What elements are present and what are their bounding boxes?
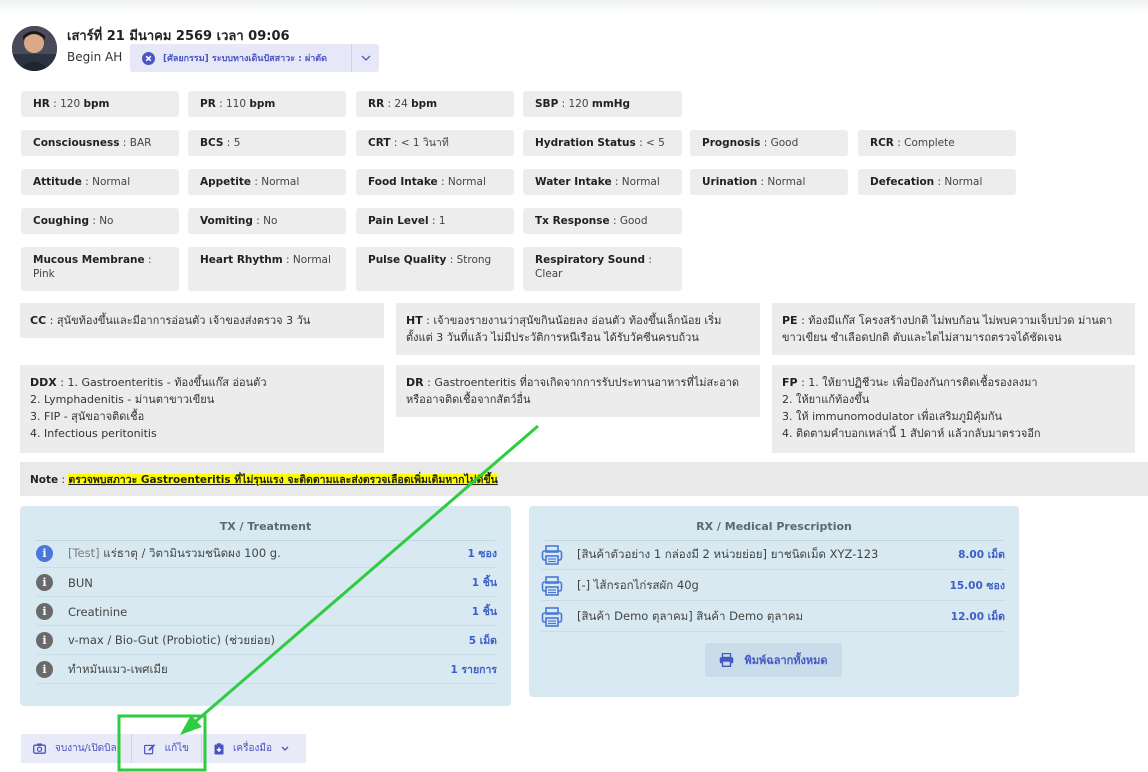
tx-item-qty: 1 รายการ <box>450 664 497 676</box>
tx-item[interactable]: i v-max / Bio-Gut (Probiotic) (ช่วยย่อย)… <box>36 627 497 655</box>
rx-item-name: [สินค้าตัวอย่าง 1 กล่องมี 2 หน่วยย่อย] ย… <box>577 546 879 561</box>
rx-item[interactable]: [-] ไส้กรอกไก่รสผัก 40g 15.00 ซอง <box>541 571 1005 601</box>
exam-mucous-membrane: Mucous Membrane : Pink <box>21 247 179 291</box>
tx-item-qty: 1 ชิ้น <box>471 606 497 618</box>
exam-rcr: RCR : Complete <box>858 130 1016 156</box>
tx-panel: TX / Treatment i [Test] แร่ธาตุ / วิตามิ… <box>20 506 511 706</box>
close-circle-icon[interactable] <box>142 51 155 65</box>
vital-pr: PR : 110 bpm <box>188 91 346 117</box>
exam-food-intake: Food Intake : Normal <box>356 169 514 195</box>
rx-item-name: [สินค้า Demo ตุลาคม] สินค้า Demo ตุลาคม <box>577 608 804 623</box>
exam-hydration: Hydration Status : < 5 <box>523 130 682 156</box>
camera-icon <box>33 743 46 754</box>
exam-consciousness: Consciousness : BAR <box>21 130 179 156</box>
print-all-labels-button[interactable]: พิมพ์ฉลากทั้งหมด <box>705 643 842 677</box>
edit-label: แก้ไข <box>164 743 189 754</box>
exam-pain-level: Pain Level : 1 <box>356 208 514 234</box>
exam-heart-rhythm: Heart Rhythm : Normal <box>188 247 346 291</box>
section-dr: DR : Gastroenteritis ที่อาจเกิดจากการรับ… <box>396 365 760 417</box>
printer-icon[interactable] <box>541 575 563 596</box>
doctor-name: Begin AH <box>67 50 123 64</box>
exam-vomiting: Vomiting : No <box>188 208 346 234</box>
exam-crt: CRT : < 1 วินาที <box>356 130 514 156</box>
tx-item-tag: [Test] <box>68 545 100 560</box>
rx-panel: RX / Medical Prescription [สินค้าตัวอย่า… <box>529 506 1019 697</box>
rx-item-qty: 8.00 เม็ด <box>958 549 1005 561</box>
rx-item-name: [-] ไส้กรอกไก่รสผัก 40g <box>577 577 699 592</box>
annotation-arrow-head <box>180 715 202 735</box>
info-icon[interactable]: i <box>36 661 53 678</box>
info-icon[interactable]: i <box>36 603 53 620</box>
exam-attitude: Attitude : Normal <box>21 169 179 195</box>
tx-item-name: v-max / Bio-Gut (Probiotic) (ช่วยย่อย) <box>68 632 275 647</box>
rx-item[interactable]: [สินค้า Demo ตุลาคม] สินค้า Demo ตุลาคม … <box>541 602 1005 632</box>
note-highlight: ตรวจพบสภาวะ Gastroenteritis ที่ไม่รุนแรง… <box>68 474 498 486</box>
tx-item-name: BUN <box>68 575 93 590</box>
info-icon[interactable]: i <box>36 545 53 562</box>
printer-icon[interactable] <box>541 544 563 565</box>
rx-item[interactable]: [สินค้าตัวอย่าง 1 กล่องมี 2 หน่วยย่อย] ย… <box>541 540 1005 570</box>
vital-rr: RR : 24 bpm <box>356 91 514 117</box>
chevron-down-icon <box>281 746 289 751</box>
tx-item[interactable]: i ทำหมันแมว-เพศเมีย 1 รายการ <box>36 656 497 684</box>
print-all-label: พิมพ์ฉลากทั้งหมด <box>744 654 828 667</box>
case-label: [ศัลยกรรม] ระบบทางเดินปัสสาวะ : ผ่าตัด <box>163 54 327 64</box>
note-bar: Note : ตรวจพบสภาวะ Gastroenteritis ที่ไม… <box>20 462 1148 496</box>
action-toolbar: จบงาน/เปิดบิล แก้ไข เครื่องมือ <box>21 734 306 763</box>
printer-icon[interactable] <box>541 606 563 627</box>
tx-item-qty: 1 ชิ้น <box>471 577 497 589</box>
edit-button[interactable]: แก้ไข <box>131 734 201 763</box>
tx-item[interactable]: i BUN 1 ชิ้น <box>36 569 497 597</box>
section-ht: HT : เจ้าของรายงานว่าสุนัขกินน้อยลง อ่อน… <box>396 303 760 355</box>
tx-item[interactable]: i Creatinine 1 ชิ้น <box>36 598 497 626</box>
finish-bill-label: จบงาน/เปิดบิล <box>55 743 117 754</box>
section-ddx: DDX : 1. Gastroenteritis - ท้องขึ้นแก๊ส … <box>20 365 384 453</box>
tx-item[interactable]: i [Test] แร่ธาตุ / วิตามินรวมชนิดผง 100 … <box>36 540 497 568</box>
tx-item-name: แร่ธาตุ / วิตามินรวมชนิดผง 100 g. <box>103 545 281 560</box>
top-shade <box>0 0 1148 14</box>
clipboard-plus-icon <box>214 742 224 754</box>
exam-appetite: Appetite : Normal <box>188 169 346 195</box>
rx-item-qty: 12.00 เม็ด <box>950 611 1005 623</box>
exam-urination: Urination : Normal <box>690 169 848 195</box>
tx-item-name: Creatinine <box>68 604 128 619</box>
chevron-down-icon[interactable] <box>351 44 379 72</box>
info-icon[interactable]: i <box>36 574 53 591</box>
vital-hr: HR : 120 bpm <box>21 91 179 117</box>
printer-icon <box>720 653 734 667</box>
exam-bcs: BCS : 5 <box>188 130 346 156</box>
finish-bill-button[interactable]: จบงาน/เปิดบิล <box>21 734 131 763</box>
exam-prognosis: Prognosis : Good <box>690 130 848 156</box>
vital-sbp: SBP : 120 mmHg <box>523 91 682 117</box>
avatar[interactable] <box>12 26 57 71</box>
tools-dropdown-button[interactable]: เครื่องมือ <box>201 734 306 763</box>
section-cc: CC : สุนัขท้องขึ้นและมีอาการอ่อนตัว เจ้า… <box>20 303 384 338</box>
edit-icon <box>144 743 156 754</box>
exam-water-intake: Water Intake : Normal <box>523 169 682 195</box>
exam-defecation: Defecation : Normal <box>858 169 1016 195</box>
exam-tx-response: Tx Response : Good <box>523 208 682 234</box>
rx-title: RX / Medical Prescription <box>696 520 852 533</box>
rx-item-qty: 15.00 ซอง <box>949 580 1005 592</box>
tx-item-qty: 1 ซอง <box>467 548 497 560</box>
section-fp: FP : 1. ให้ยาปฏิชีวนะ เพื่อป้องกันการติด… <box>772 365 1135 453</box>
page: { "header": { "datetime": "เสาร์ที่ 21 ม… <box>0 0 1148 772</box>
exam-pulse-quality: Pulse Quality : Strong <box>356 247 514 291</box>
case-selector[interactable]: [ศัลยกรรม] ระบบทางเดินปัสสาวะ : ผ่าตัด <box>130 44 379 72</box>
tx-item-name: ทำหมันแมว-เพศเมีย <box>68 661 168 676</box>
visit-datetime: เสาร์ที่ 21 มีนาคม 2569 เวลา 09:06 <box>67 29 290 44</box>
exam-coughing: Coughing : No <box>21 208 179 234</box>
section-pe: PE : ท้องมีแก๊ส โครงสร้างปกติ ไม่พบก้อน … <box>772 303 1135 355</box>
exam-respiratory-sound: Respiratory Sound : Clear <box>523 247 682 291</box>
tx-item-qty: 5 เม็ด <box>468 635 497 647</box>
tools-label: เครื่องมือ <box>233 743 272 754</box>
tx-title: TX / Treatment <box>219 520 312 533</box>
info-icon[interactable]: i <box>36 632 53 649</box>
